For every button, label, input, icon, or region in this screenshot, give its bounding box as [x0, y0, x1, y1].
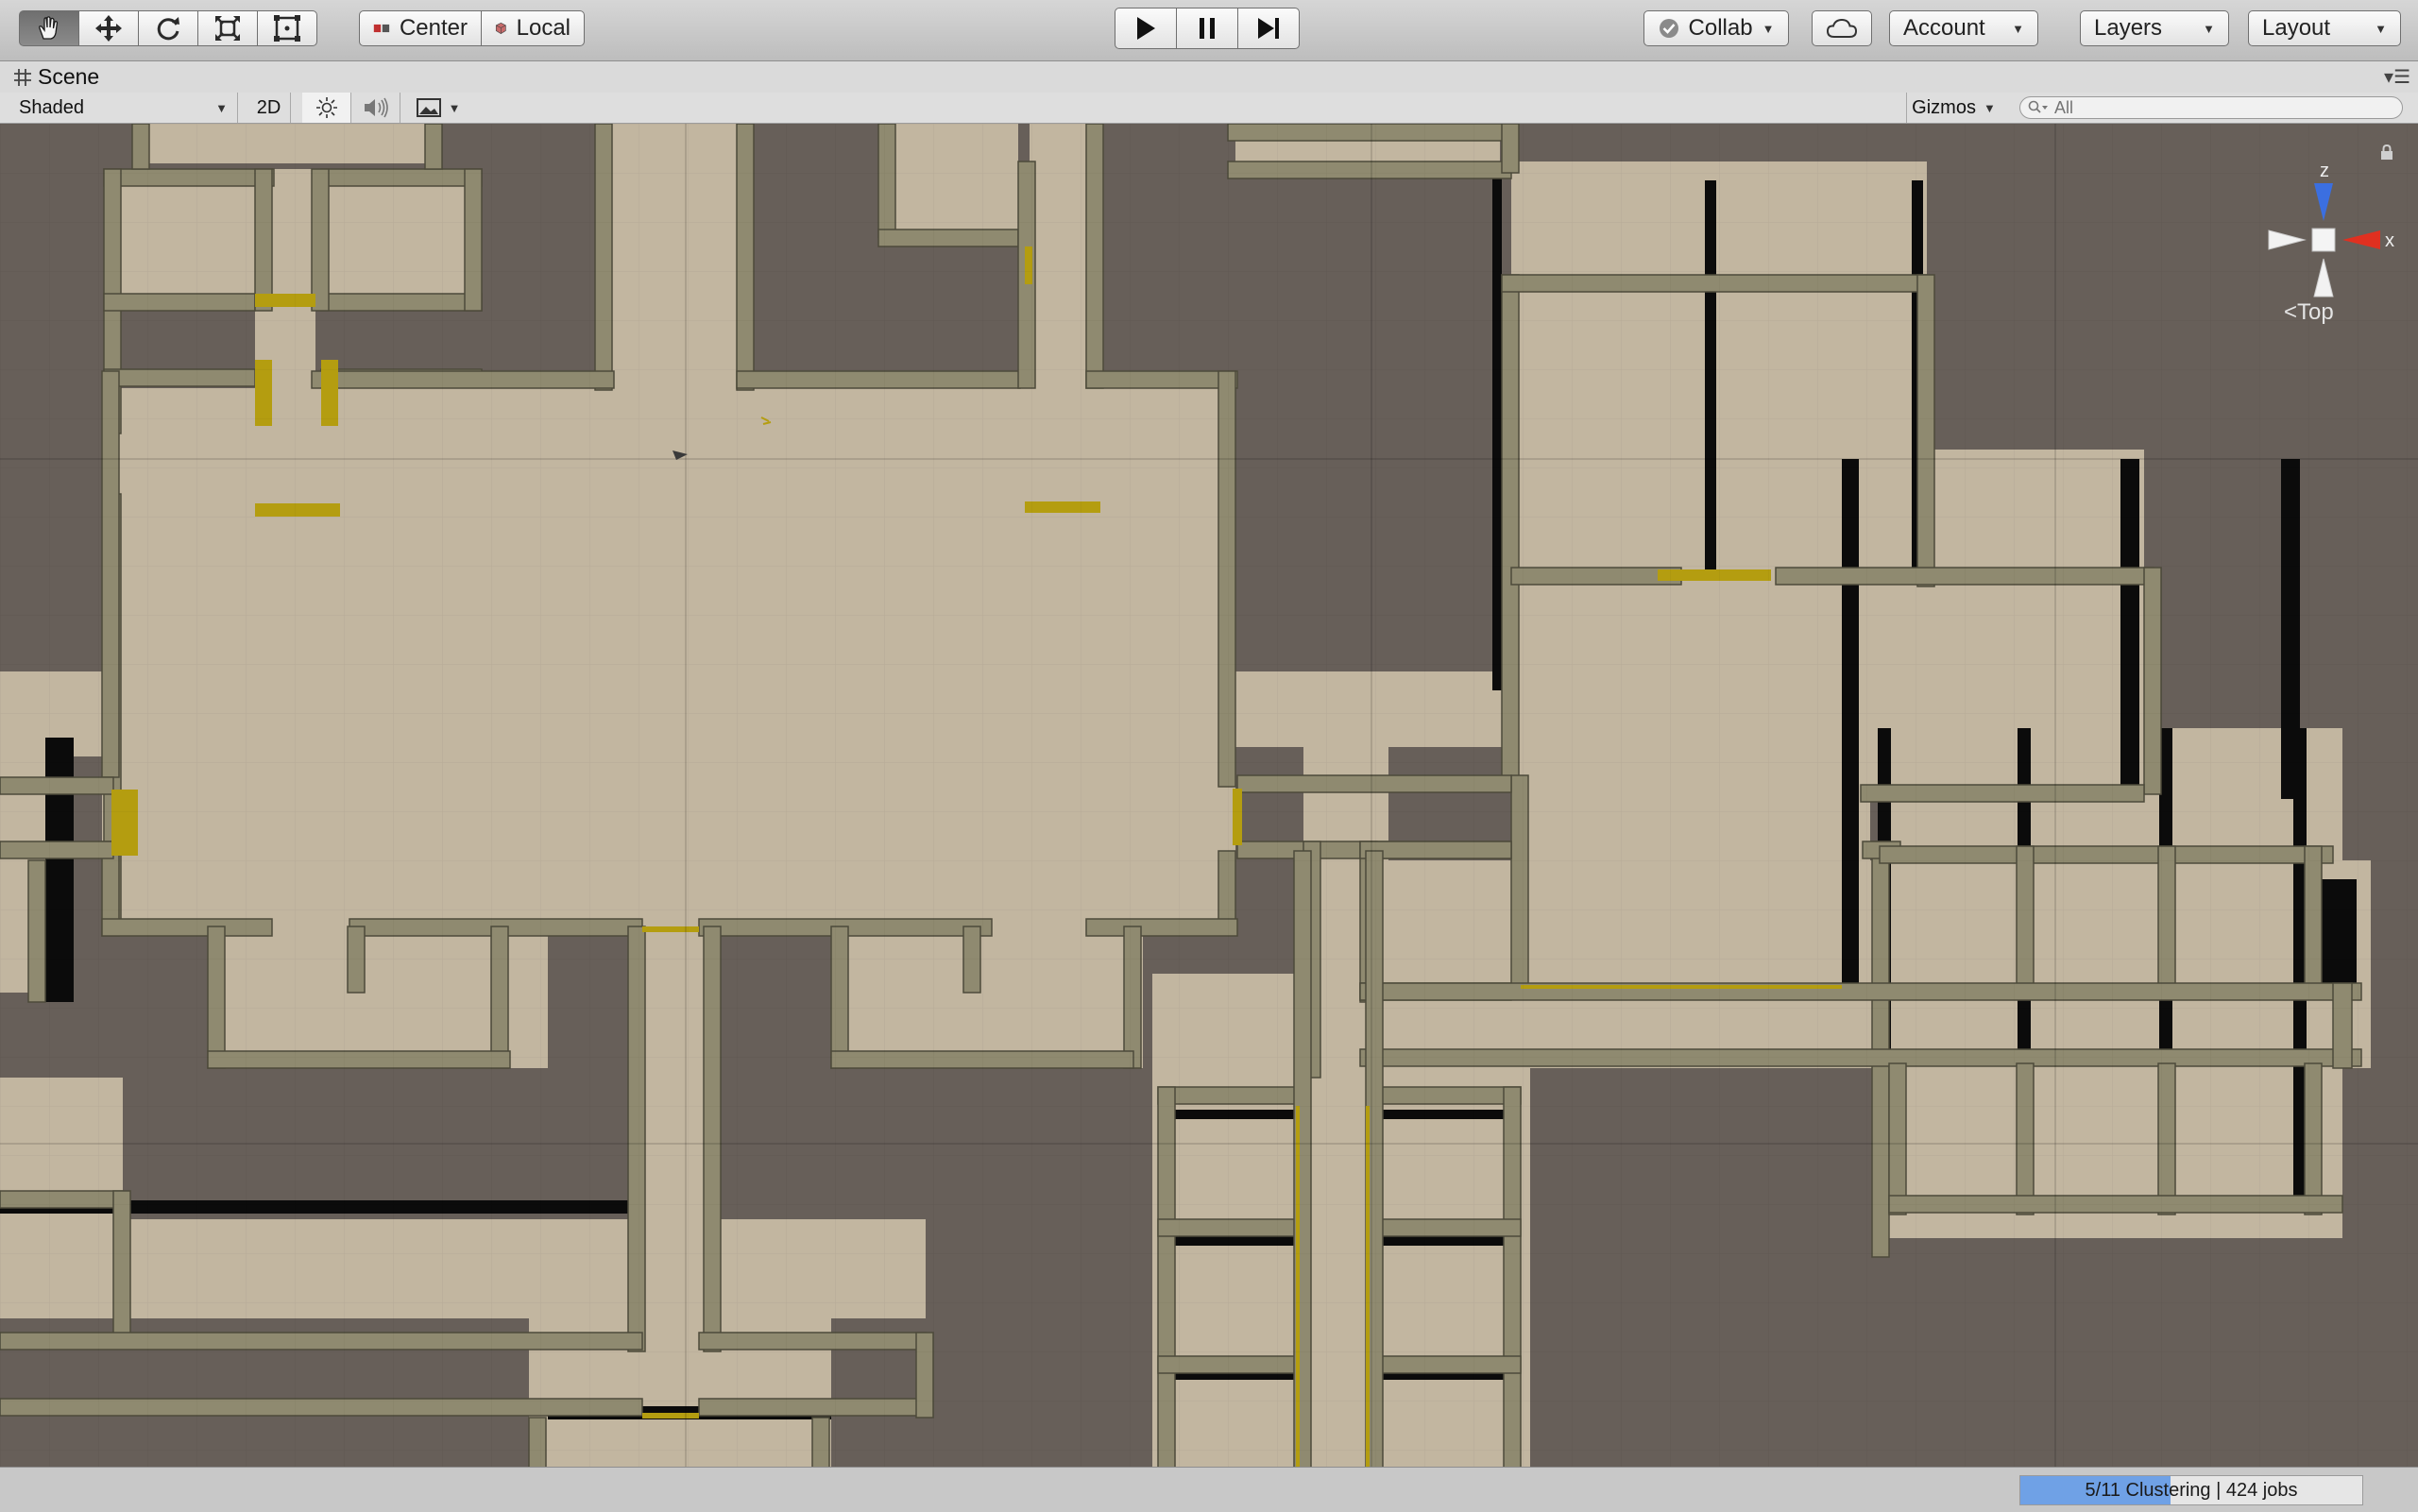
- effects-dropdown[interactable]: ▼: [410, 93, 467, 123]
- cloud-icon: [1826, 18, 1858, 38]
- step-icon: [1258, 18, 1279, 39]
- rotate-tool-button[interactable]: [138, 10, 198, 46]
- pivot-center-button[interactable]: Center: [359, 10, 482, 46]
- pause-button[interactable]: [1176, 8, 1238, 49]
- step-button[interactable]: [1237, 8, 1300, 49]
- chevron-down-icon: ▼: [2012, 21, 2024, 36]
- back-chevron-icon: <: [2284, 299, 2298, 325]
- hand-tool-button[interactable]: [19, 10, 79, 46]
- move-icon: [95, 15, 122, 42]
- orientation-gizmo[interactable]: z x: [2248, 141, 2399, 320]
- layers-dropdown[interactable]: Layers ▼: [2080, 10, 2229, 46]
- sun-icon: [315, 97, 337, 118]
- chevron-down-icon: ▼: [1762, 21, 1775, 36]
- main-toolbar: Center Local Collab ▼ Account ▼ Layers ▼…: [0, 0, 2418, 61]
- collab-check-icon: [1659, 19, 1678, 38]
- draw-mode-label: Shaded: [19, 96, 84, 118]
- space-label: Local: [516, 15, 570, 41]
- rect-tool-button[interactable]: [257, 10, 317, 46]
- local-cube-icon: [495, 22, 506, 35]
- status-bar: 5/11 Clustering | 424 jobs: [0, 1467, 2418, 1512]
- move-tool-button[interactable]: [78, 10, 139, 46]
- pause-icon: [1200, 18, 1215, 39]
- chevron-down-icon: ▼: [215, 100, 228, 115]
- chevron-down-icon: ▼: [1983, 100, 1996, 115]
- transform-tools: [19, 10, 317, 48]
- draw-mode-dropdown[interactable]: Shaded ▼: [0, 93, 238, 123]
- scene-toolbar: Shaded ▼ 2D ▼ Gizmos ▼: [0, 93, 2418, 124]
- layers-label: Layers: [2094, 15, 2163, 41]
- hierarchy-search: [2019, 96, 2403, 119]
- audio-toggle[interactable]: [351, 93, 400, 123]
- scale-tool-button[interactable]: [197, 10, 258, 46]
- tab-scene[interactable]: Scene: [13, 64, 99, 90]
- chevron-down-icon: ▼: [2375, 21, 2387, 36]
- pivot-icon: [373, 24, 390, 33]
- scene-viewport[interactable]: z x <Top: [0, 124, 2418, 1467]
- collab-dropdown[interactable]: Collab ▼: [1643, 10, 1789, 46]
- search-icon: [2028, 100, 2048, 113]
- view-orientation-label[interactable]: <Top: [2284, 299, 2334, 326]
- play-button[interactable]: [1115, 8, 1177, 49]
- scale-icon: [215, 16, 240, 41]
- image-icon: [416, 98, 441, 117]
- grid-hash-icon: [14, 68, 31, 86]
- gizmos-dropdown[interactable]: Gizmos ▼: [1906, 93, 2001, 123]
- cloud-button[interactable]: [1812, 10, 1872, 46]
- level-map: [0, 124, 2418, 1467]
- speaker-icon: [364, 97, 388, 118]
- account-dropdown[interactable]: Account ▼: [1889, 10, 2038, 46]
- tab-scene-label: Scene: [38, 64, 100, 89]
- chevron-down-icon: ▼: [448, 100, 461, 115]
- lock-icon[interactable]: [2380, 144, 2393, 160]
- gizmos-label: Gizmos: [1912, 96, 1976, 118]
- progress-text: 5/11 Clustering | 424 jobs: [2085, 1479, 2298, 1501]
- view-label: Top: [2297, 299, 2334, 325]
- playback-group: [1115, 8, 1300, 49]
- play-icon: [1137, 17, 1155, 40]
- tab-menu-icon[interactable]: ▾☰: [2384, 65, 2410, 89]
- hand-icon: [39, 16, 59, 40]
- 2d-label: 2D: [256, 96, 281, 118]
- gizmo-x-label: x: [2385, 230, 2394, 251]
- rect-transform-icon: [274, 15, 300, 42]
- pivot-space-button[interactable]: Local: [481, 10, 585, 46]
- chevron-down-icon: ▼: [2203, 21, 2215, 36]
- lighting-toggle[interactable]: [302, 93, 351, 123]
- search-input[interactable]: [2052, 96, 2396, 119]
- progress-bar[interactable]: 5/11 Clustering | 424 jobs: [2019, 1475, 2363, 1505]
- layout-label: Layout: [2262, 15, 2331, 41]
- gizmo-z-label: z: [2320, 161, 2329, 181]
- 2d-toggle[interactable]: 2D: [247, 93, 291, 123]
- pivot-label: Center: [399, 15, 468, 41]
- rotate-icon: [157, 17, 179, 41]
- collab-label: Collab: [1688, 15, 1753, 41]
- pivot-group: Center Local: [359, 10, 585, 48]
- layout-dropdown[interactable]: Layout ▼: [2248, 10, 2401, 46]
- scene-tab-bar: Scene ▾☰: [0, 61, 2418, 93]
- account-label: Account: [1903, 15, 1985, 41]
